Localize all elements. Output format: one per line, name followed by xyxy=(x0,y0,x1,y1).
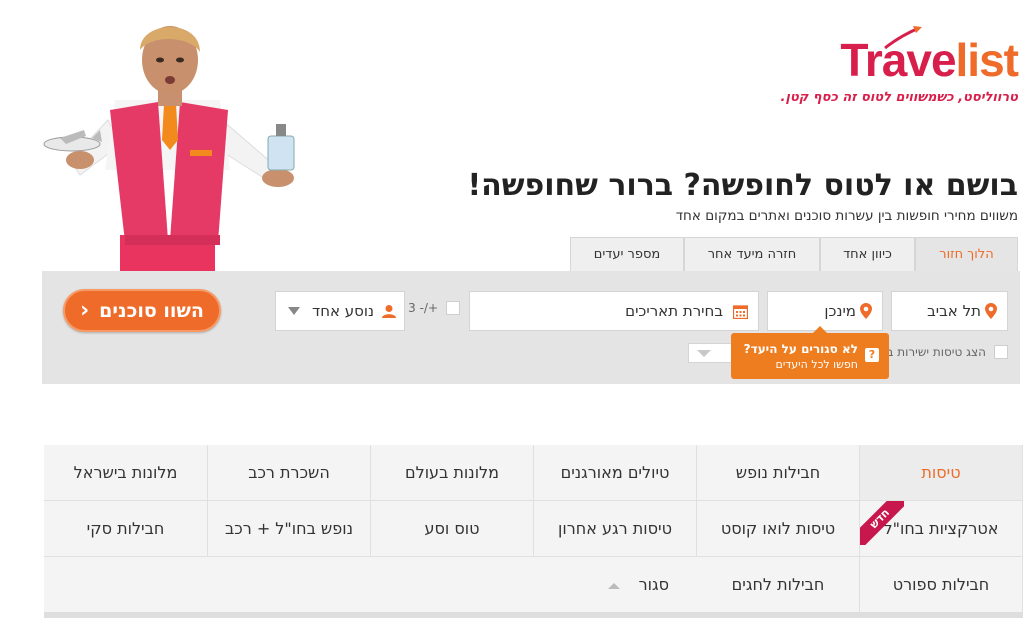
category-holiday-packages[interactable]: חבילות לחגים xyxy=(697,557,860,613)
direct-flights-checkbox[interactable] xyxy=(994,345,1008,359)
tooltip-subtitle: חפשו לכל היעדים xyxy=(775,358,858,371)
calendar-icon xyxy=(733,304,748,319)
tab-round-trip[interactable]: הלוך חזור xyxy=(915,237,1018,271)
category-ski-packages[interactable]: חבילות סקי xyxy=(44,501,208,557)
category-organized-tours[interactable]: טיולים מאורגנים xyxy=(534,445,697,501)
direct-flights-option: הצג טיסות ישירות ב xyxy=(886,345,1008,359)
page-subheadline: משווים מחירי חופשות בין עשרות סוכנים ואת… xyxy=(675,208,1018,224)
category-sports-packages[interactable]: חבילות ספורט xyxy=(860,557,1023,613)
origin-value: תל אביב xyxy=(927,302,981,320)
category-fly-drive[interactable]: טוס וסע xyxy=(371,501,534,557)
dates-field[interactable]: בחירת תאריכים xyxy=(469,291,759,331)
tooltip-title: לא סגורים על היעד? xyxy=(743,342,858,356)
category-car-rental[interactable]: השכרת רכב xyxy=(208,445,371,501)
dates-placeholder: בחירת תאריכים xyxy=(625,302,723,320)
category-vacation-packages[interactable]: חבילות נופש xyxy=(697,445,860,501)
flex-days-checkbox[interactable] xyxy=(446,301,460,315)
chevron-left-icon: ‹ xyxy=(80,297,90,323)
search-panel: תל אביב מינכן בחירת תאריכים +/- 3 ימים נ… xyxy=(42,271,1020,384)
collapse-toggle[interactable]: סגור xyxy=(44,557,697,613)
destination-value: מינכן xyxy=(824,302,856,320)
tagline: טרווליסט, כשמשווים לטוס זה כסף קטן. xyxy=(780,90,1018,105)
location-pin-icon xyxy=(985,303,997,319)
travelers-select[interactable]: נוסע אחד xyxy=(275,291,405,331)
category-low-cost-flights[interactable]: טיסות לואו קוסט xyxy=(697,501,860,557)
new-badge: חדש xyxy=(860,501,904,545)
collapse-label: סגור xyxy=(638,575,669,594)
category-hotels-israel[interactable]: מלונות בישראל xyxy=(44,445,208,501)
mascot-illustration xyxy=(43,26,295,272)
category-hotels-world[interactable]: מלונות בעולם xyxy=(371,445,534,501)
tab-one-way[interactable]: כיוון אחד xyxy=(820,237,915,271)
grid-shadow xyxy=(44,612,1023,618)
tab-multi-city[interactable]: מספר יעדים xyxy=(570,237,684,271)
categories-grid: טיסות חבילות נופש טיולים מאורגנים מלונות… xyxy=(44,445,1023,615)
compare-agents-button[interactable]: השוו סוכנים ‹ xyxy=(63,289,221,332)
any-destination-tooltip[interactable]: ? לא סגורים על היעד? חפשו לכל היעדים xyxy=(731,326,889,379)
chevron-down-icon xyxy=(697,350,711,357)
category-vacation-plus-car[interactable]: נופש בחו"ל + רכב xyxy=(208,501,371,557)
direct-flights-label: הצג טיסות ישירות ב xyxy=(886,345,987,359)
logo-wordmark: Travelist xyxy=(840,34,1019,86)
compare-button-label: השוו סוכנים xyxy=(99,299,204,322)
chevron-up-icon xyxy=(607,582,620,589)
page-headline: בושם או לטוס לחופשה? ברור שחופשה! xyxy=(467,168,1018,203)
category-last-minute[interactable]: טיסות רגע אחרון xyxy=(534,501,697,557)
person-icon xyxy=(382,305,396,318)
question-icon: ? xyxy=(865,348,879,362)
origin-field[interactable]: תל אביב xyxy=(891,291,1008,331)
category-attractions-abroad[interactable]: אטרקציות בחו"ל חדש xyxy=(860,501,1023,557)
tab-open-jaw[interactable]: חזרה מיעד אחר xyxy=(684,237,820,271)
location-pin-icon xyxy=(860,303,872,319)
chevron-down-icon xyxy=(288,307,300,315)
destination-field[interactable]: מינכן xyxy=(767,291,883,331)
travelist-logo[interactable]: Travelist xyxy=(783,26,1019,90)
category-flights[interactable]: טיסות xyxy=(860,445,1023,501)
search-type-tabs: הלוך חזור כיוון אחד חזרה מיעד אחר מספר י… xyxy=(570,237,1018,271)
travelers-value: נוסע אחד xyxy=(312,302,374,320)
